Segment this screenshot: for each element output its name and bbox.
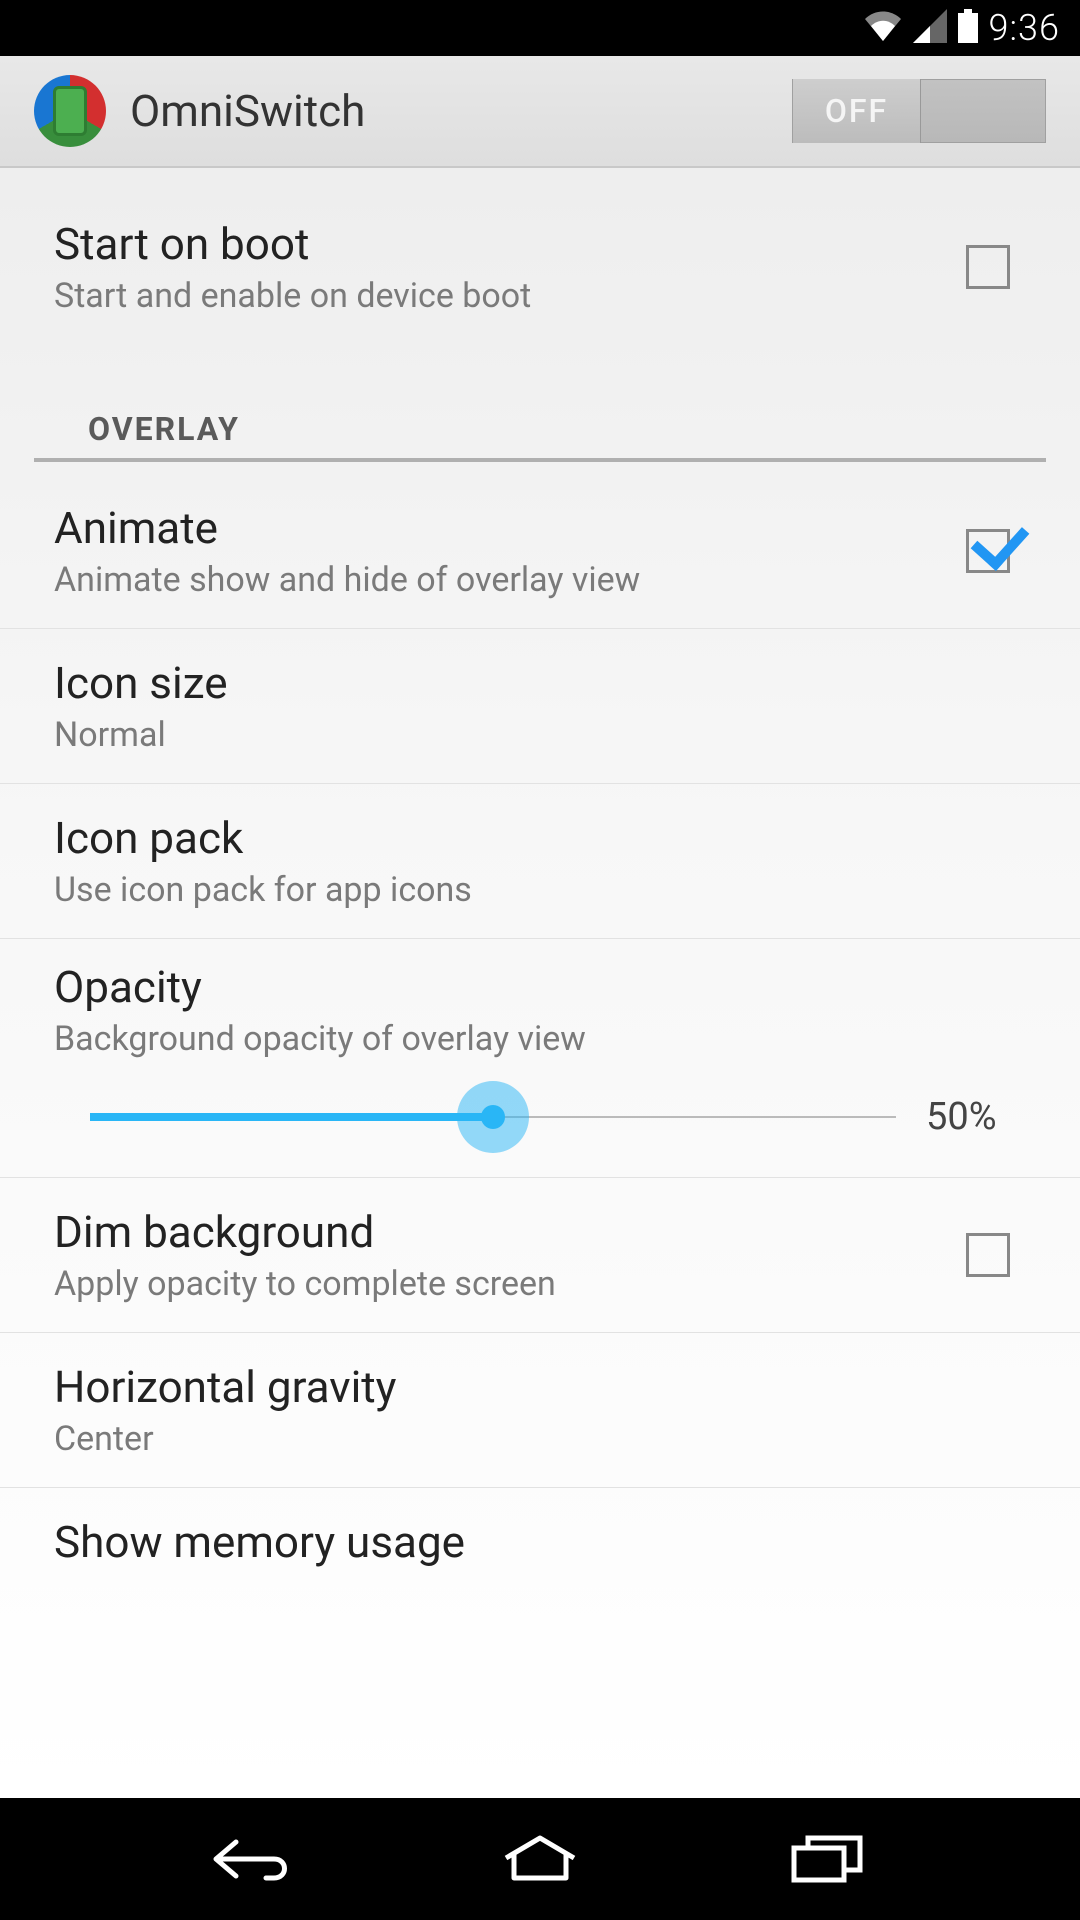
setting-title: Horizontal gravity <box>54 1361 1026 1413</box>
setting-title: Opacity <box>54 961 1026 1013</box>
home-icon[interactable] <box>490 1829 590 1889</box>
opacity-slider[interactable] <box>90 1087 896 1147</box>
setting-title: Icon pack <box>54 812 1026 864</box>
setting-title: Animate <box>54 502 966 554</box>
signal-icon <box>913 9 947 47</box>
app-title: OmniSwitch <box>130 85 792 137</box>
battery-icon <box>957 9 979 47</box>
setting-dim-background[interactable]: Dim background Apply opacity to complete… <box>0 1178 1080 1333</box>
checkbox-animate[interactable] <box>966 529 1010 573</box>
setting-subtitle: Start and enable on device boot <box>54 276 966 316</box>
setting-icon-pack[interactable]: Icon pack Use icon pack for app icons <box>0 784 1080 939</box>
wifi-icon <box>863 9 903 47</box>
setting-subtitle: Animate show and hide of overlay view <box>54 560 966 600</box>
setting-show-memory-usage[interactable]: Show memory usage <box>0 1488 1080 1574</box>
master-toggle[interactable]: OFF <box>792 79 1046 143</box>
setting-title: Icon size <box>54 657 1026 709</box>
section-header-overlay: OVERLAY <box>34 356 1046 462</box>
setting-title: Show memory usage <box>54 1516 1026 1568</box>
checkbox-dim-background[interactable] <box>966 1233 1010 1277</box>
setting-start-on-boot[interactable]: Start on boot Start and enable on device… <box>0 178 1080 356</box>
setting-subtitle: Normal <box>54 715 1026 755</box>
back-icon[interactable] <box>203 1829 303 1889</box>
settings-list[interactable]: Start on boot Start and enable on device… <box>0 168 1080 1798</box>
toggle-thumb-label: OFF <box>793 79 921 143</box>
setting-opacity[interactable]: Opacity Background opacity of overlay vi… <box>0 939 1080 1178</box>
navigation-bar <box>0 1798 1080 1920</box>
checkbox-start-on-boot[interactable] <box>966 245 1010 289</box>
setting-horizontal-gravity[interactable]: Horizontal gravity Center <box>0 1333 1080 1488</box>
app-bar: OmniSwitch OFF <box>0 56 1080 168</box>
setting-subtitle: Background opacity of overlay view <box>54 1019 1026 1059</box>
setting-icon-size[interactable]: Icon size Normal <box>0 629 1080 784</box>
setting-animate[interactable]: Animate Animate show and hide of overlay… <box>0 462 1080 629</box>
status-time: 9:36 <box>989 7 1060 49</box>
setting-subtitle: Use icon pack for app icons <box>54 870 1026 910</box>
app-icon <box>34 75 106 147</box>
setting-subtitle: Center <box>54 1419 1026 1459</box>
setting-subtitle: Apply opacity to complete screen <box>54 1264 966 1304</box>
opacity-value: 50% <box>926 1095 1026 1139</box>
setting-title: Dim background <box>54 1206 966 1258</box>
setting-title: Start on boot <box>54 218 966 270</box>
slider-thumb[interactable] <box>481 1105 505 1129</box>
status-bar: 9:36 <box>0 0 1080 56</box>
recent-apps-icon[interactable] <box>777 1829 877 1889</box>
